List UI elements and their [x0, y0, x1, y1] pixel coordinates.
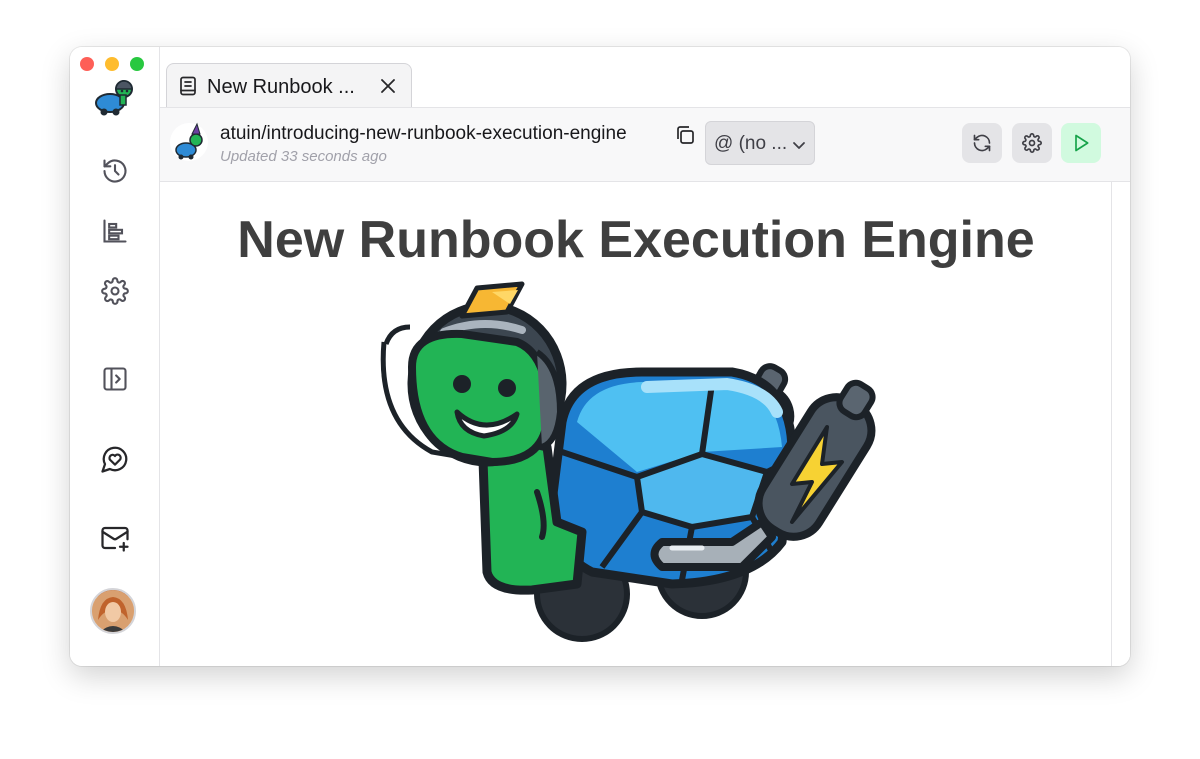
panel-toggle-icon[interactable]	[99, 363, 131, 395]
environment-select[interactable]: @ (no ...	[705, 121, 815, 165]
close-icon[interactable]	[377, 75, 399, 97]
close-window-button[interactable]	[80, 57, 94, 71]
mail-plus-icon[interactable]	[99, 522, 131, 554]
tab-label: New Runbook ...	[207, 76, 355, 98]
chat-heart-icon[interactable]	[99, 443, 131, 475]
minimize-window-button[interactable]	[105, 57, 119, 71]
history-icon[interactable]	[99, 155, 131, 187]
turtle-logo-icon[interactable]	[92, 77, 136, 117]
editor-scrollbar[interactable]	[1111, 182, 1130, 666]
tab-bar: New Runbook ...	[160, 47, 1130, 108]
zoom-window-button[interactable]	[130, 57, 144, 71]
sidebar	[70, 47, 160, 666]
tab-runbook[interactable]: New Runbook ...	[166, 63, 412, 107]
main-area: New Runbook ... atuin/introducing-new-ru…	[160, 47, 1130, 666]
chevron-down-icon	[793, 142, 805, 149]
avatar[interactable]	[90, 588, 136, 634]
play-icon	[1075, 134, 1089, 152]
copy-icon[interactable]	[674, 124, 696, 146]
runbook-editor[interactable]: New Runbook Execution Engine	[160, 182, 1130, 666]
turtle-jetpack-illustration	[380, 281, 876, 642]
chart-icon[interactable]	[99, 215, 131, 247]
run-button[interactable]	[1061, 123, 1101, 163]
refresh-icon	[973, 134, 991, 152]
environment-select-value: @ (no ...	[714, 133, 788, 154]
runbook-toolbar: atuin/introducing-new-runbook-execution-…	[160, 108, 1130, 182]
gear-icon[interactable]	[99, 275, 131, 307]
refresh-button[interactable]	[962, 123, 1002, 163]
runbook-title: atuin/introducing-new-runbook-execution-…	[220, 123, 627, 144]
app-window: New Runbook ... atuin/introducing-new-ru…	[70, 47, 1130, 666]
gear-icon	[1022, 133, 1042, 153]
notebook-icon	[180, 76, 196, 96]
runbook-settings-button[interactable]	[1012, 123, 1052, 163]
document-heading: New Runbook Execution Engine	[237, 211, 1035, 269]
runbook-avatar-icon	[170, 122, 208, 161]
updated-timestamp: Updated 33 seconds ago	[220, 148, 387, 165]
